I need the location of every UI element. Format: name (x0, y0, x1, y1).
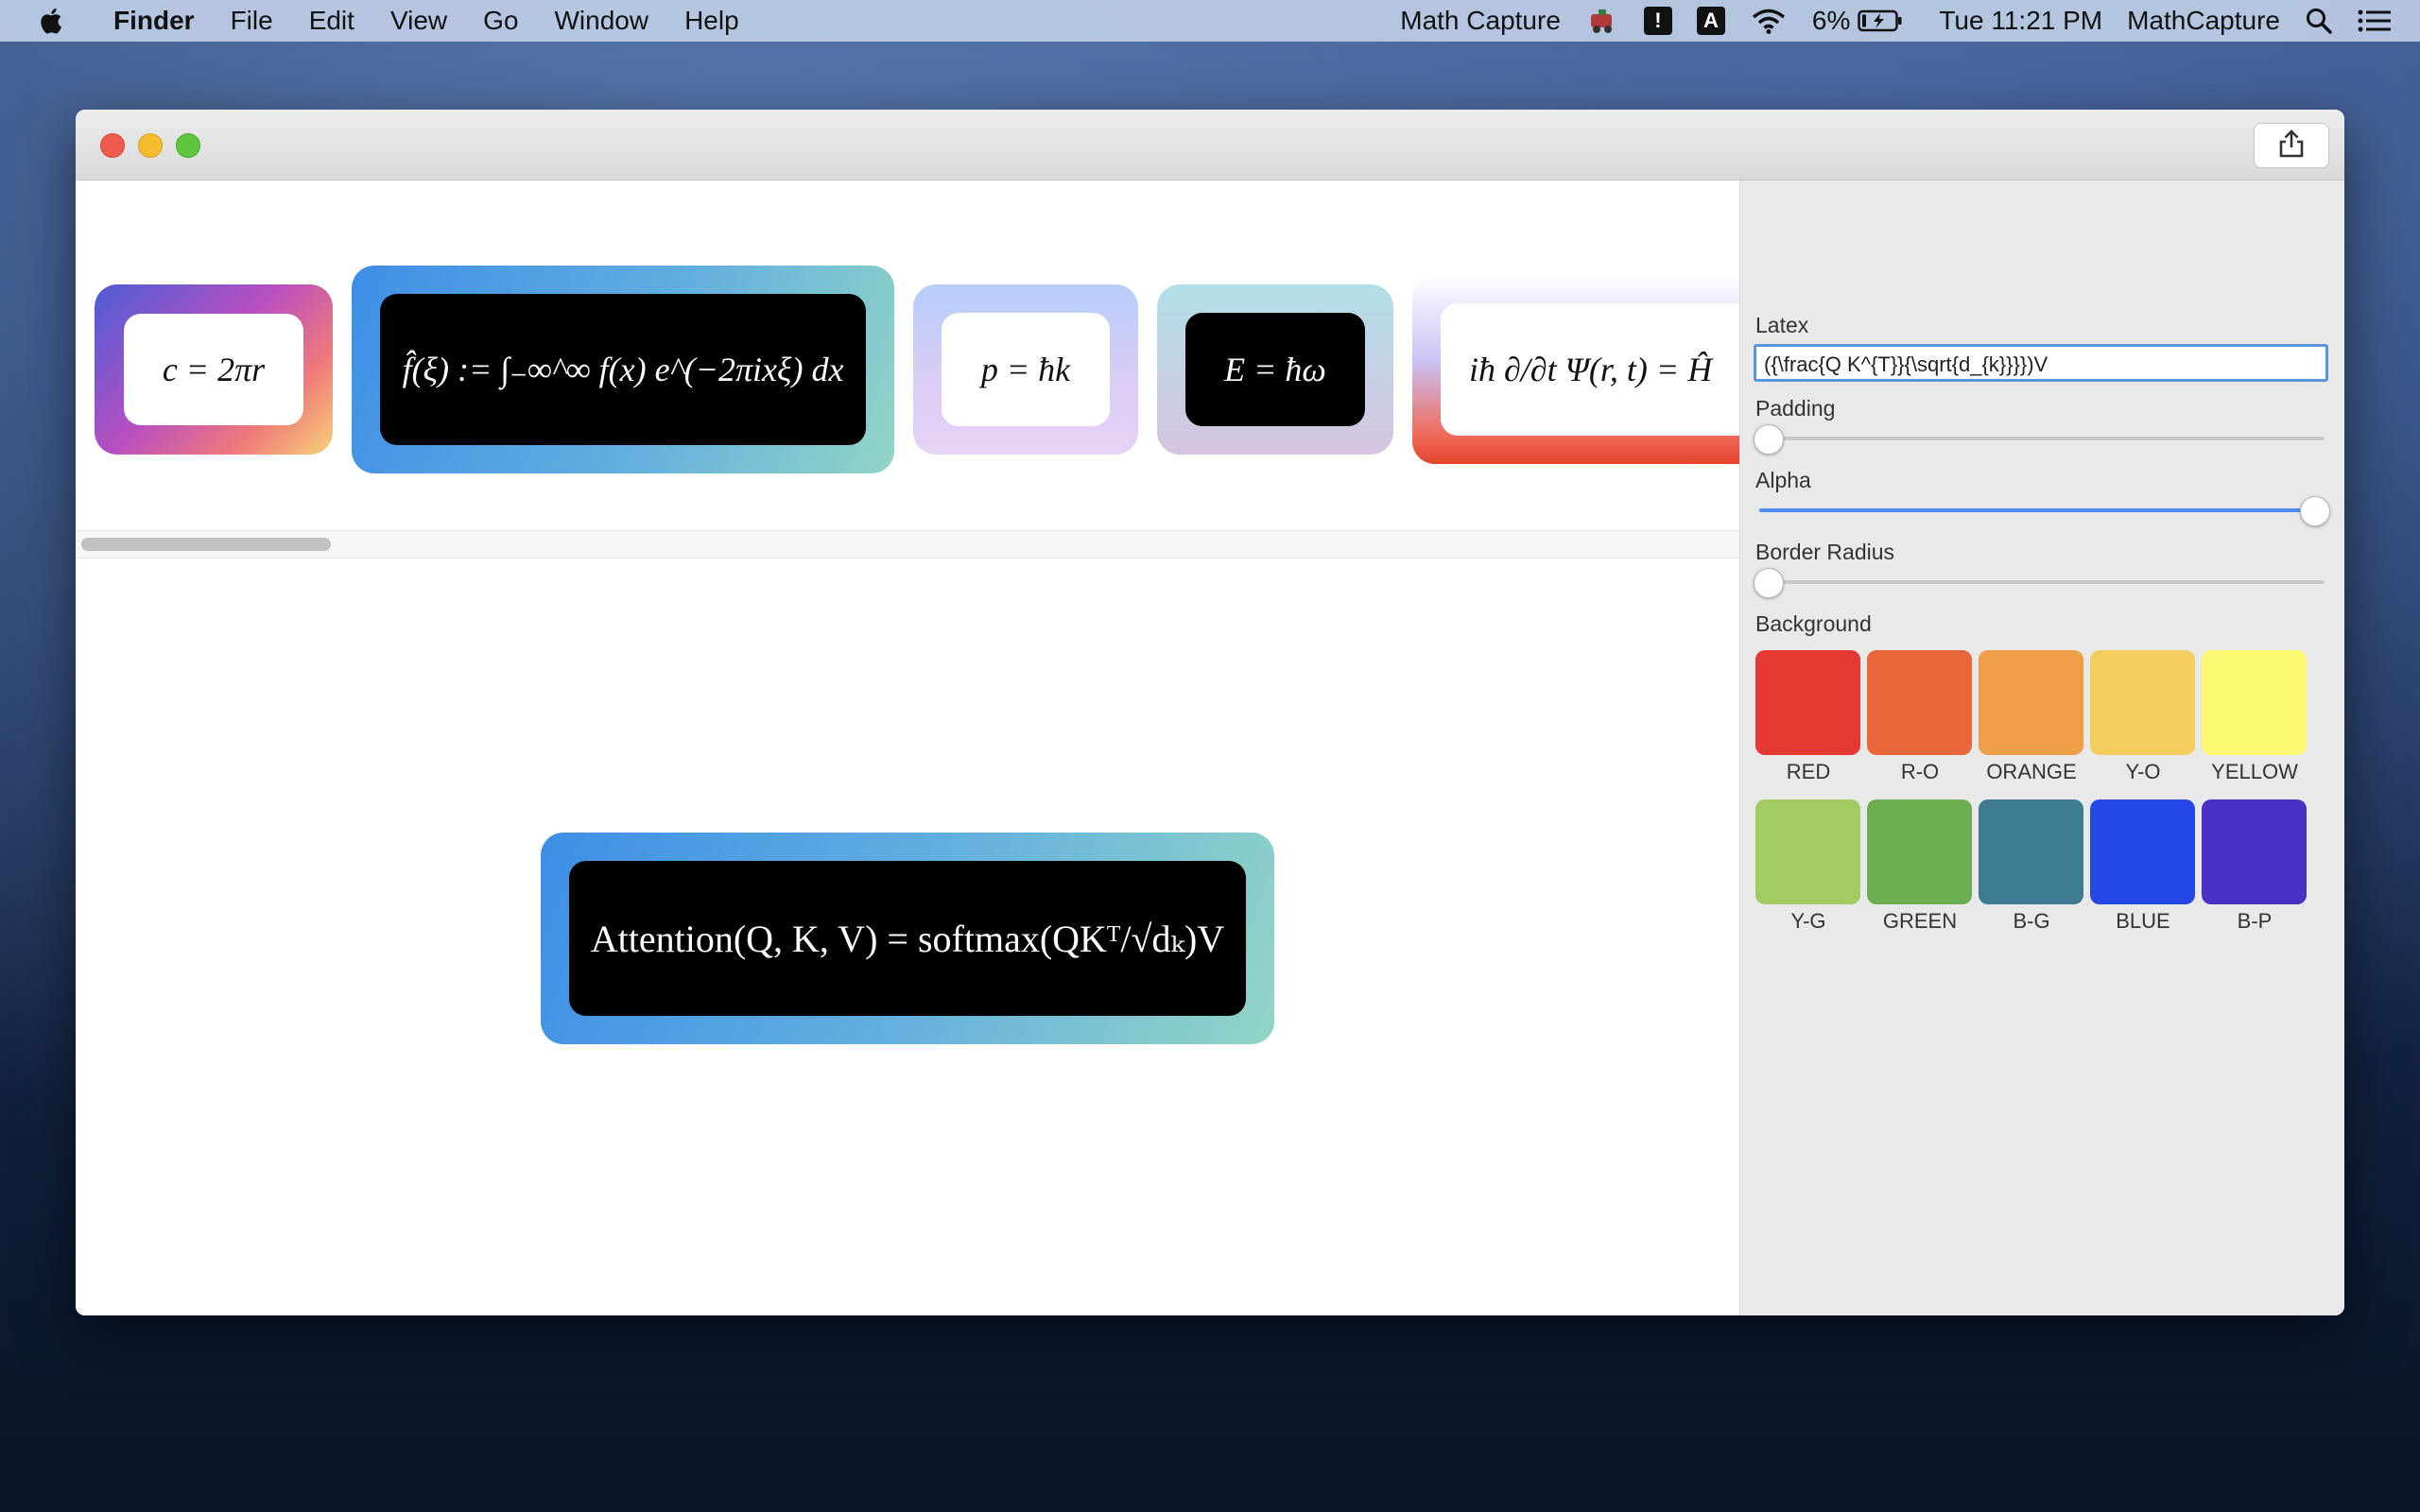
formula-preview-card[interactable]: Attention(Q, K, V) = softmax(QKᵀ/√dₖ)V (541, 833, 1274, 1044)
menu-bar: Finder File Edit View Go Window Help Mat… (0, 0, 2420, 42)
menu-app-name[interactable]: Finder (113, 6, 195, 36)
menu-file[interactable]: File (231, 6, 273, 36)
formula-history-strip[interactable]: c = 2πr f̂(ξ) := ∫₋∞^∞ f(x) e^(−2πixξ) d… (76, 180, 1739, 530)
swatch-green[interactable] (1867, 799, 1972, 904)
settings-panel: Latex ({\frac{Q K^{T}}{\sqrt{d_{k}}}})V … (1739, 180, 2344, 1315)
formula-text: f̂(ξ) := ∫₋∞^∞ f(x) e^(−2πixξ) dx (402, 351, 844, 388)
menu-help[interactable]: Help (684, 6, 739, 36)
canvas-area: c = 2πr f̂(ξ) := ∫₋∞^∞ f(x) e^(−2πixξ) d… (76, 180, 1739, 1315)
swatch-blue[interactable] (2090, 799, 2195, 904)
app-tray-icon[interactable] (1585, 7, 1619, 35)
padding-slider[interactable] (1759, 437, 2325, 440)
minimize-button[interactable] (138, 133, 163, 158)
border-radius-slider-knob[interactable] (1754, 568, 1784, 598)
alpha-slider[interactable] (1759, 508, 2325, 512)
battery-percent: 6% (1811, 6, 1851, 35)
formula-text: c = 2πr (162, 351, 266, 388)
formula-text: iħ ∂/∂t Ψ(r, t) = Ĥ (1469, 351, 1713, 388)
swatch-label: BLUE (2116, 909, 2170, 933)
swatch-label: Y-O (2125, 760, 2161, 783)
formula-card[interactable]: f̂(ξ) := ∫₋∞^∞ f(x) e^(−2πixξ) dx (352, 266, 894, 473)
swatch-red-orange[interactable] (1867, 650, 1972, 755)
alpha-slider-knob[interactable] (2300, 496, 2330, 526)
formula-card[interactable]: p = ħk (913, 284, 1138, 455)
border-radius-slider[interactable] (1759, 580, 2325, 584)
formula-text: E = ħω (1224, 351, 1326, 388)
swatch-yellow[interactable] (2202, 650, 2307, 755)
menu-edit[interactable]: Edit (309, 6, 354, 36)
latex-input[interactable]: ({\frac{Q K^{T}}{\sqrt{d_{k}}}})V (1754, 344, 2328, 382)
swatch-label: R-O (1900, 760, 1940, 783)
swatch-yellow-orange[interactable] (2090, 650, 2195, 755)
share-button[interactable] (2254, 123, 2329, 168)
formula-card-inner: E = ħω (1185, 313, 1365, 426)
text-input-icon[interactable]: A (1696, 7, 1725, 35)
swatch-blue-purple[interactable] (2202, 799, 2307, 904)
swatch-label: GREEN (1882, 909, 1958, 933)
formula-text: p = ħk (980, 351, 1071, 388)
scrollbar-thumb[interactable] (81, 538, 331, 551)
background-label: Background (1755, 611, 1872, 636)
swatch-red[interactable] (1755, 650, 1860, 755)
zoom-button[interactable] (176, 133, 200, 158)
border-radius-label: Border Radius (1755, 540, 1895, 564)
search-icon[interactable] (2305, 7, 2333, 35)
formula-card[interactable]: c = 2πr (95, 284, 333, 455)
padding-label: Padding (1755, 396, 1836, 421)
formula-preview-inner: Attention(Q, K, V) = softmax(QKᵀ/√dₖ)V (569, 861, 1246, 1016)
battery-icon[interactable] (1858, 9, 1903, 33)
share-icon (2277, 129, 2306, 163)
preview-formula-text: Attention(Q, K, V) = softmax(QKᵀ/√dₖ)V (590, 917, 1225, 960)
menu-go[interactable]: Go (483, 6, 518, 36)
formula-card-inner: c = 2πr (124, 314, 303, 425)
mathcapture-window: c = 2πr f̂(ξ) := ∫₋∞^∞ f(x) e^(−2πixξ) d… (76, 110, 2344, 1315)
swatch-label: ORANGE (1986, 760, 2077, 783)
latex-label: Latex (1755, 313, 1809, 337)
swatch-label: Y-G (1790, 909, 1826, 933)
formula-card-inner: f̂(ξ) := ∫₋∞^∞ f(x) e^(−2πixξ) dx (380, 294, 866, 445)
formula-card-inner: p = ħk (942, 313, 1110, 426)
menu-extra-app-name[interactable]: MathCapture (2127, 6, 2280, 36)
menu-extra-app[interactable]: Math Capture (1400, 6, 1561, 36)
apple-icon[interactable] (38, 6, 62, 36)
swatch-label: YELLOW (2211, 760, 2298, 783)
wifi-icon[interactable] (1750, 7, 1788, 35)
swatch-label: RED (1786, 760, 1831, 783)
padding-slider-knob[interactable] (1754, 424, 1784, 455)
menu-view[interactable]: View (390, 6, 447, 36)
formula-card[interactable]: iħ ∂/∂t Ψ(r, t) = Ĥ (1412, 275, 1739, 464)
swatch-label: B-P (2237, 909, 2273, 933)
swatch-blue-green[interactable] (1979, 799, 2083, 904)
swatch-orange[interactable] (1979, 650, 2083, 755)
formula-card[interactable]: E = ħω (1157, 284, 1393, 455)
horizontal-scrollbar[interactable] (76, 530, 1739, 558)
notification-center-icon[interactable] (2358, 9, 2392, 33)
title-bar (76, 110, 2344, 180)
menu-window[interactable]: Window (554, 6, 648, 36)
swatch-label: B-G (2013, 909, 2050, 933)
swatch-yellow-green[interactable] (1755, 799, 1860, 904)
formula-card-inner: iħ ∂/∂t Ψ(r, t) = Ĥ (1441, 303, 1739, 436)
alert-icon[interactable]: ! (1643, 7, 1672, 35)
close-button[interactable] (100, 133, 125, 158)
alpha-label: Alpha (1755, 468, 1811, 492)
clock[interactable]: Tue 11:21 PM (1939, 6, 2102, 36)
